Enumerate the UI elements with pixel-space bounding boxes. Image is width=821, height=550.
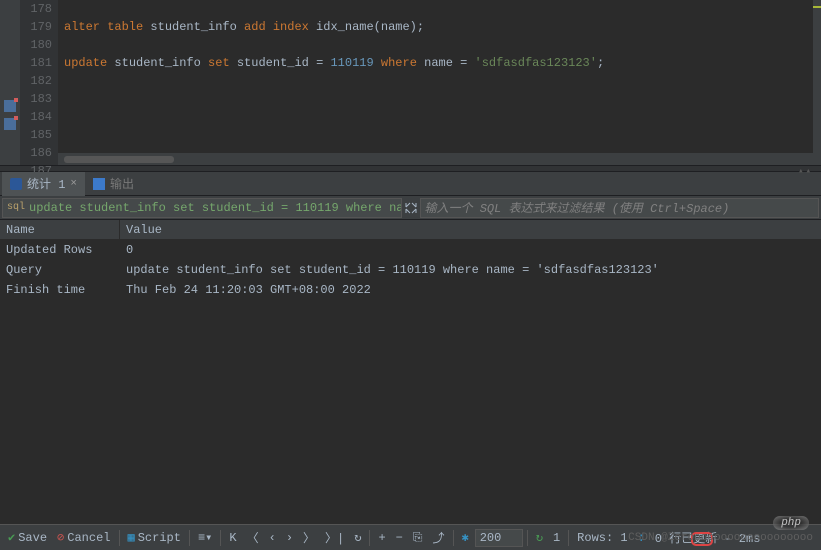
table-row[interactable]: Finish time Thu Feb 24 11:20:03 GMT+08:0…: [0, 280, 821, 300]
output-icon: [93, 178, 105, 190]
doc-icon[interactable]: [4, 118, 16, 130]
column-header-value[interactable]: Value: [120, 220, 821, 239]
settings-menu-icon[interactable]: ≡▾: [194, 530, 216, 545]
query-filter-bar: sql update student_info set student_id =…: [0, 196, 821, 220]
result-tabs: 统计 1 × 输出: [0, 172, 821, 196]
check-icon: ✔: [8, 530, 15, 545]
line-number: 183: [20, 90, 52, 108]
doc-icon[interactable]: [4, 100, 16, 112]
stats-icon: [10, 178, 22, 190]
save-button[interactable]: ✔Save: [4, 530, 51, 545]
script-icon: ▦: [128, 530, 135, 545]
line-number: 182: [20, 72, 52, 90]
last-page-icon[interactable]: 〉|: [321, 529, 348, 546]
cancel-button[interactable]: ⊘Cancel: [53, 530, 114, 545]
tab-label: 统计 1: [27, 175, 65, 192]
result-table-header: Name Value: [0, 220, 821, 240]
line-number: 178: [20, 0, 52, 18]
prev-row-icon[interactable]: ‹: [265, 531, 280, 545]
close-icon[interactable]: ×: [70, 178, 77, 190]
first-page-icon[interactable]: K: [225, 531, 240, 545]
auto-refresh-icon[interactable]: ↻: [532, 530, 547, 545]
update-info: 0 行已更新 - 2ms: [651, 529, 765, 546]
filter-input[interactable]: 输入一个 SQL 表达式来过滤结果 (使用 Ctrl+Space): [420, 198, 820, 218]
status-bar: ✔Save ⊘Cancel ▦Script ≡▾ K 〈 ‹ › 〉 〉| ↻ …: [0, 524, 821, 550]
code-editor: 178 179 180 181 182 183 184 185 186 187 …: [0, 0, 821, 165]
prev-page-icon[interactable]: 〈: [243, 529, 263, 546]
row-name: Query: [0, 260, 120, 280]
line-number: 180: [20, 36, 52, 54]
line-number: 185: [20, 126, 52, 144]
rows-badge: 1: [549, 531, 564, 545]
export-icon[interactable]: ⤴: [428, 529, 448, 546]
executed-query-box[interactable]: sql update student_info set student_id =…: [2, 198, 402, 218]
php-badge: php: [773, 516, 809, 530]
executed-query-text: update student_info set student_id = 110…: [29, 201, 401, 215]
table-row[interactable]: Query update student_info set student_id…: [0, 260, 821, 280]
tool-window-bar: [0, 0, 20, 165]
tab-output[interactable]: 输出: [85, 172, 142, 196]
delete-row-icon[interactable]: −: [392, 531, 407, 545]
column-header-name[interactable]: Name: [0, 220, 120, 239]
filter-placeholder: 输入一个 SQL 表达式来过滤结果 (使用 Ctrl+Space): [425, 199, 730, 216]
page-size-icon: ✱: [458, 530, 473, 545]
page-size-input[interactable]: [475, 529, 523, 547]
info-icon[interactable]: :: [634, 531, 649, 545]
tab-stats[interactable]: 统计 1 ×: [2, 172, 85, 196]
reload-icon[interactable]: ↻: [350, 530, 365, 545]
next-page-icon[interactable]: 〉: [299, 529, 319, 546]
line-number-gutter: 178 179 180 181 182 183 184 185 186 187: [20, 0, 58, 165]
horizontal-scrollbar[interactable]: [58, 153, 813, 165]
script-button[interactable]: ▦Script: [124, 530, 185, 545]
inspection-stripe: [813, 0, 821, 165]
code-line: [64, 0, 813, 18]
sql-badge: sql: [7, 202, 25, 213]
result-table-body: Updated Rows 0 Query update student_info…: [0, 240, 821, 505]
add-row-icon[interactable]: +: [374, 531, 389, 545]
line-number: 186: [20, 144, 52, 162]
row-value: update student_info set student_id = 110…: [120, 260, 821, 280]
code-line: update student_info set student_id = 110…: [64, 54, 813, 72]
next-row-icon[interactable]: ›: [282, 531, 297, 545]
row-name: Updated Rows: [0, 240, 120, 260]
line-number: 179: [20, 18, 52, 36]
line-number: 181: [20, 54, 52, 72]
code-line: alter table student_info add index idx_n…: [64, 18, 813, 36]
expand-icon[interactable]: [404, 201, 418, 215]
table-row[interactable]: Updated Rows 0: [0, 240, 821, 260]
line-number: 184: [20, 108, 52, 126]
cancel-icon: ⊘: [57, 530, 64, 545]
code-line: [64, 36, 813, 54]
row-name: Finish time: [0, 280, 120, 300]
row-value: 0: [120, 240, 821, 260]
tab-label: 输出: [110, 175, 134, 192]
row-value: Thu Feb 24 11:20:03 GMT+08:00 2022: [120, 280, 821, 300]
rows-label: Rows: 1: [573, 531, 631, 545]
code-area[interactable]: alter table student_info add index idx_n…: [58, 0, 813, 165]
clone-row-icon[interactable]: ⎘: [409, 531, 427, 545]
